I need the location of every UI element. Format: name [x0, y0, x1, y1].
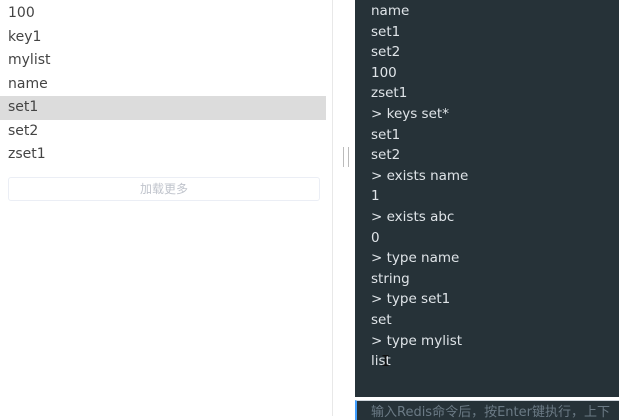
key-item[interactable]: 100 [0, 2, 326, 26]
console-line: set [371, 311, 392, 328]
load-more-button[interactable]: 加载更多 [8, 177, 320, 201]
console-line: > type name [371, 250, 460, 267]
console-line: 1 [371, 188, 380, 205]
text-cursor-icon: I [381, 352, 391, 370]
console-line: 0 [371, 229, 380, 246]
console-line: > exists abc [371, 208, 455, 225]
console-line: > type set1 [371, 291, 451, 308]
key-item[interactable]: mylist [0, 49, 326, 73]
key-item[interactable]: key1 [0, 26, 326, 50]
console-input[interactable]: 输入Redis命令后，按Enter键执行，上下 [355, 400, 619, 420]
key-item[interactable]: set1 [0, 96, 326, 120]
console-line: > type mylist [371, 332, 463, 349]
key-list-panel: 100 key1 mylist name set1 set2 zset1 加载更多 [0, 0, 333, 416]
console-line: > keys set* [371, 105, 449, 122]
console-line: > exists name [371, 167, 469, 184]
console-line: string [371, 270, 410, 287]
console-line: set1 [371, 23, 401, 40]
console-line: set1 [371, 126, 401, 143]
key-item[interactable]: set2 [0, 120, 326, 144]
key-item[interactable]: zset1 [0, 143, 326, 167]
console-line: name [371, 3, 410, 19]
resize-handle[interactable] [343, 147, 349, 167]
console-line: set2 [371, 147, 401, 164]
key-item[interactable]: name [0, 73, 326, 97]
console-line: set2 [371, 44, 401, 61]
console-line: zset1 [371, 85, 408, 102]
console-line: 100 [371, 64, 397, 81]
console-output: name set1 set2 100 zset1 > keys set* set1 set2 >… [355, 0, 619, 397]
key-list: 100 key1 mylist name set1 set2 zset1 [0, 2, 326, 167]
